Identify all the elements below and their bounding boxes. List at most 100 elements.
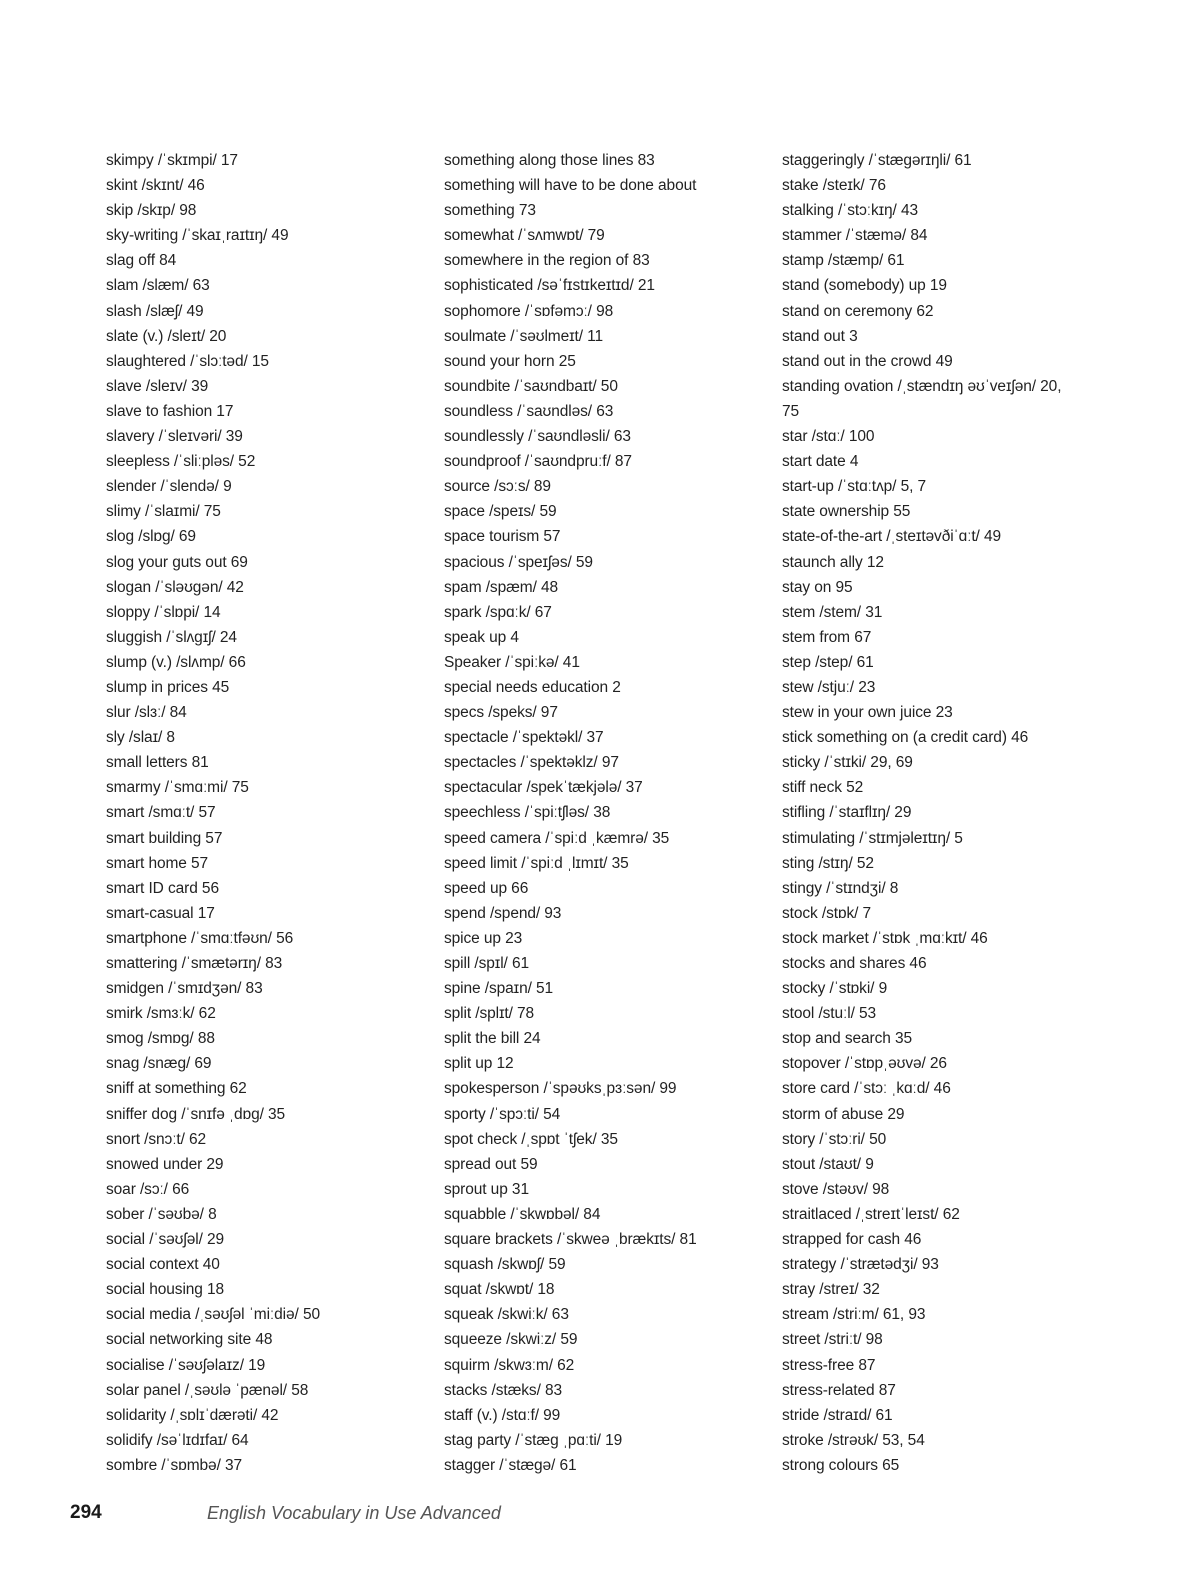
index-entry: store card /ˈstɔː ˌkɑːd/ 46: [782, 1080, 951, 1098]
index-entry: spectacle /ˈspektəkl/ 37: [444, 729, 604, 747]
index-entry: staunch ally 12: [782, 553, 884, 571]
index-entry: staggeringly /ˈstægərɪŋli/ 61: [782, 152, 972, 169]
index-entry: smart-casual 17: [106, 904, 215, 922]
index-entry: solidarity /ˌsɒlɪˈdærəti/ 42: [106, 1406, 279, 1424]
index-entry: something will have to be done about: [444, 177, 697, 195]
index-entry: spill /spɪl/ 61: [444, 955, 529, 972]
index-entry: spokesperson /ˈspəʊksˌpɜːsən/ 99: [444, 1080, 677, 1098]
index-entry: stick something on (a credit card) 46: [782, 729, 1029, 747]
index-entry: step /step/ 61: [782, 653, 874, 671]
index-entry: smart /smɑːt/ 57: [106, 804, 216, 822]
index-entry: smattering /ˈsmætərɪŋ/ 83: [106, 955, 283, 972]
index-entry: spread out 59: [444, 1155, 538, 1173]
index-entry: storm of abuse 29: [782, 1105, 905, 1123]
index-entry: somewhere in the region of 83: [444, 252, 650, 270]
index-entry: smog /smɒg/ 88: [106, 1030, 215, 1048]
index-entry: stray /streɪ/ 32: [782, 1281, 880, 1299]
index-entry: slogan /ˈsləʊgən/ 42: [106, 578, 244, 596]
index-entry: spacious /ˈspeɪʃəs/ 59: [444, 553, 593, 571]
index-entry: stimulating /ˈstɪmjəleɪtɪŋ/ 5: [782, 829, 963, 847]
index-entry: speak up 4: [444, 628, 519, 646]
page-number: 294: [70, 1502, 102, 1523]
index-entry: spark /spɑːk/ 67: [444, 603, 552, 621]
index-entry: speed camera /ˈspiːd ˌkæmrə/ 35: [444, 829, 670, 847]
index-entry: squeak /skwiːk/ 63: [444, 1306, 569, 1324]
index-entry: soar /sɔː/ 66: [106, 1180, 190, 1198]
index-entry: spend /spend/ 93: [444, 904, 562, 922]
index-entry: smart building 57: [106, 829, 223, 847]
index-entry: spice up 23: [444, 929, 523, 947]
index-entry: square brackets /ˈskweə ˌbrækɪts/ 81: [444, 1231, 697, 1249]
index-entry: stroke /strəʊk/ 53, 54: [782, 1431, 925, 1449]
index-entry: strategy /ˈstrætədʒi/ 93: [782, 1256, 939, 1274]
index-entry: solar panel /ˌsəʊlə ˈpænəl/ 58: [106, 1381, 309, 1399]
book-title: English Vocabulary in Use Advanced: [207, 1503, 501, 1523]
index-entry: straitlaced /ˌstreɪtˈleɪst/ 62: [782, 1205, 960, 1223]
index-entry: slump in prices 45: [106, 678, 230, 696]
index-entry: squat /skwɒt/ 18: [444, 1281, 555, 1299]
index-entry: skimpy /ˈskɪmpi/ 17: [106, 152, 238, 169]
index-entry: smirk /smɜːk/ 62: [106, 1005, 216, 1023]
index-entry: stammer /ˈstæmə/ 84: [782, 227, 928, 245]
index-entry: snort /snɔːt/ 62: [106, 1130, 207, 1148]
index-entry: story /ˈstɔːri/ 50: [782, 1130, 887, 1148]
index-entry: stand out 3: [782, 327, 858, 345]
index-entry: stock /stɒk/ 7: [782, 904, 872, 922]
index-entry: something 73: [444, 202, 536, 220]
index-entry: standing ovation /ˌstændɪŋ əʊˈveɪʃən/ 20…: [782, 377, 1062, 395]
index-entry: stride /straɪd/ 61: [782, 1406, 893, 1424]
index-entry: slash /slæʃ/ 49: [106, 302, 204, 320]
index-entry: special needs education 2: [444, 678, 621, 696]
index-entry: stem from 67: [782, 628, 872, 646]
index-entry: state-of-the-art /ˌsteɪtəvðiˈɑːt/ 49: [782, 528, 1002, 546]
index-entry: stocks and shares 46: [782, 955, 927, 972]
index-entry: slam /slæm/ 63: [106, 277, 210, 295]
index-entry: slump (v.) /slʌmp/ 66: [106, 653, 246, 671]
index-entry: spine /spaɪn/ 51: [444, 980, 554, 998]
index-entry: strapped for cash 46: [782, 1231, 922, 1249]
index-entry: sniff at something 62: [106, 1080, 247, 1098]
index-entry: sniffer dog /ˈsnɪfə ˌdɒg/ 35: [106, 1105, 286, 1123]
index-entry: stay on 95: [782, 578, 853, 596]
index-entry: slave to fashion 17: [106, 402, 234, 420]
index-entry: split the bill 24: [444, 1030, 541, 1048]
index-entry: skip /skɪp/ 98: [106, 202, 197, 220]
index-entry: social networking site 48: [106, 1331, 273, 1349]
index-entry: spectacular /spekˈtækjələ/ 37: [444, 779, 643, 797]
index-entry: spam /spæm/ 48: [444, 578, 559, 596]
index-entry: soundlessly /ˈsaʊndləsli/ 63: [444, 428, 631, 446]
index-entry: stalking /ˈstɔːkɪŋ/ 43: [782, 202, 918, 220]
index-entry: stove /stəʊv/ 98: [782, 1180, 890, 1198]
index-entry: specs /speks/ 97: [444, 704, 558, 722]
index-entry: squabble /ˈskwɒbəl/ 84: [444, 1205, 601, 1223]
index-entry: sloppy /ˈslɒpi/ 14: [106, 603, 221, 621]
index-entry: social media /ˌsəʊʃəl ˈmiːdiə/ 50: [106, 1306, 320, 1324]
index-entry: slender /ˈslendə/ 9: [106, 478, 232, 496]
index-entry: source /sɔːs/ 89: [444, 478, 551, 496]
index-entry: snag /snæg/ 69: [106, 1055, 212, 1073]
index-entry: stool /stuːl/ 53: [782, 1005, 877, 1023]
index-entry: slag off 84: [106, 252, 177, 270]
index-entry: speed limit /ˈspiːd ˌlɪmɪt/ 35: [444, 854, 629, 872]
index-entry: space tourism 57: [444, 528, 561, 546]
index-entry: speed up 66: [444, 879, 529, 897]
index-entry: stopover /ˈstɒpˌəʊvə/ 26: [782, 1055, 947, 1073]
index-entry: stacks /stæks/ 83: [444, 1381, 563, 1399]
index-entry: sombre /ˈsɒmbə/ 37: [106, 1456, 243, 1474]
index-entry: sprout up 31: [444, 1180, 529, 1198]
index-entry: stop and search 35: [782, 1030, 913, 1048]
index-entry: 75: [782, 402, 800, 420]
index-entry: sky-writing /ˈskaɪˌraɪtɪŋ/ 49: [106, 227, 289, 245]
index-entry: sly /slaɪ/ 8: [106, 729, 175, 747]
index-entry: something along those lines 83: [444, 152, 655, 169]
index-entry: stress-related 87: [782, 1381, 896, 1399]
index-entry: sophisticated /səˈfɪstɪkeɪtɪd/ 21: [444, 277, 655, 295]
index-column-3: staggeringly /ˈstægərɪŋli/ 61 stake /steɪ…: [782, 148, 1112, 1478]
index-entry: stagger /ˈstægə/ 61: [444, 1456, 577, 1474]
index-entry: sophomore /ˈsɒfəmɔː/ 98: [444, 302, 614, 320]
index-entry: smartphone /ˈsmɑːtfəʊn/ 56: [106, 929, 294, 947]
index-entry: slimy /ˈslaɪmi/ 75: [106, 503, 221, 521]
index-entry: stew in your own juice 23: [782, 704, 953, 722]
index-column-1: skimpy /ˈskɪmpi/ 17 skint /skɪnt/ 46 skip …: [106, 148, 436, 1478]
index-entry: slavery /ˈsleɪvəri/ 39: [106, 428, 243, 446]
